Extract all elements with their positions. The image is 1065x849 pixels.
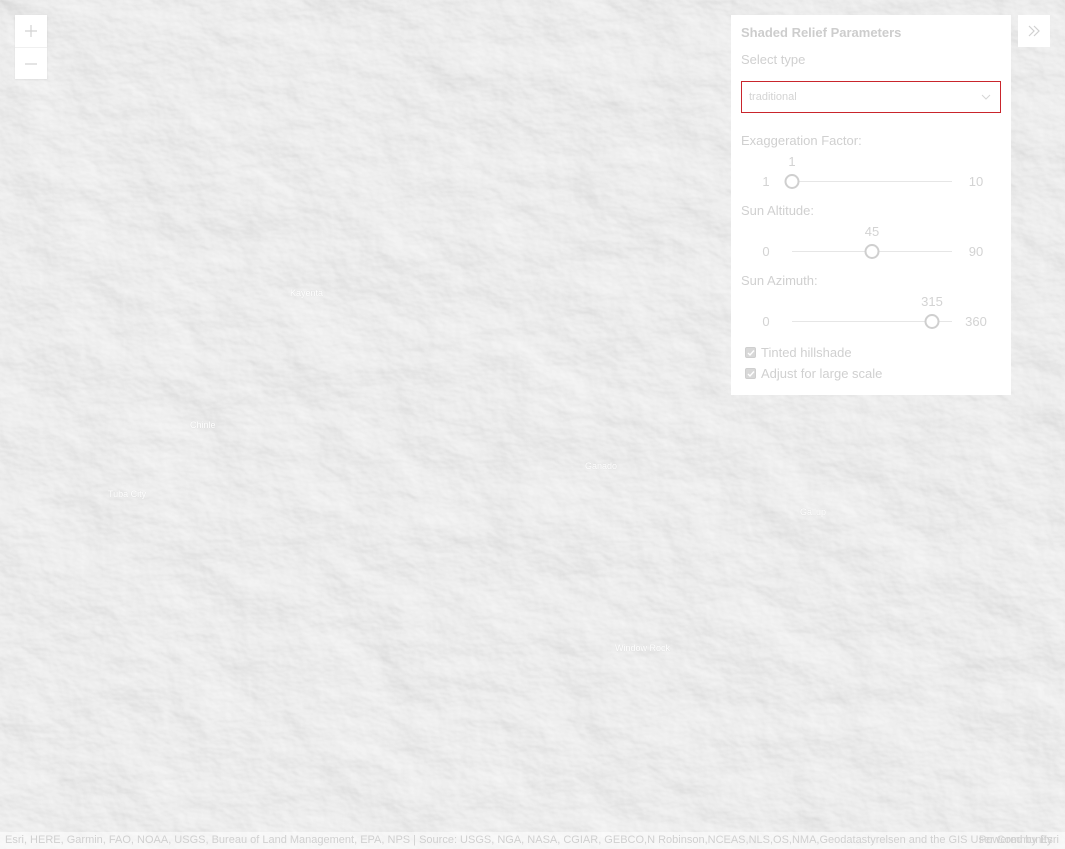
exaggeration-slider: 1 1 10 bbox=[741, 154, 1001, 204]
zoom-control bbox=[15, 15, 47, 79]
slider-value: 45 bbox=[864, 224, 880, 239]
checkbox-box[interactable] bbox=[745, 347, 756, 358]
chevron-down-icon bbox=[981, 94, 991, 100]
sun-altitude-label: Sun Altitude: bbox=[741, 203, 814, 218]
attribution-bar: Esri, HERE, Garmin, FAO, NOAA, USGS, Bur… bbox=[0, 832, 1065, 849]
select-value: traditional bbox=[749, 91, 797, 103]
sun-altitude-slider: 45 0 90 bbox=[741, 224, 1001, 274]
sun-azimuth-label: Sun Azimuth: bbox=[741, 273, 818, 288]
place-label: Chinle bbox=[190, 420, 216, 430]
slider-track[interactable] bbox=[792, 181, 952, 182]
place-label: Tuba City bbox=[108, 489, 147, 499]
minus-icon bbox=[25, 62, 37, 65]
slider-value: 315 bbox=[921, 294, 943, 309]
hillshade-type-select[interactable]: traditional bbox=[741, 81, 1001, 113]
panel-title: Shaded Relief Parameters bbox=[741, 25, 902, 40]
map-view[interactable]: Kayenta Chinle Tuba City Ganado Gallup W… bbox=[0, 0, 1065, 849]
slider-thumb[interactable] bbox=[924, 314, 940, 329]
place-label: Window Rock bbox=[615, 643, 671, 653]
checkbox-label: Tinted hillshade bbox=[761, 345, 852, 360]
slider-max: 10 bbox=[968, 174, 984, 189]
place-label: Kayenta bbox=[290, 288, 324, 298]
slider-thumb[interactable] bbox=[784, 174, 800, 189]
zoom-out-button[interactable] bbox=[15, 47, 47, 79]
adjust-large-scale-checkbox[interactable]: Adjust for large scale bbox=[745, 366, 882, 381]
check-icon bbox=[747, 349, 755, 356]
slider-thumb[interactable] bbox=[864, 244, 880, 259]
slider-max: 90 bbox=[968, 244, 984, 259]
plus-icon bbox=[25, 25, 37, 37]
powered-by-link[interactable]: Powered by Esri bbox=[979, 834, 1059, 846]
double-chevron-right-icon bbox=[1028, 25, 1040, 37]
place-label: Ganado bbox=[585, 461, 618, 471]
attribution-text: Esri, HERE, Garmin, FAO, NOAA, USGS, Bur… bbox=[5, 834, 1053, 846]
checkbox-label: Adjust for large scale bbox=[761, 366, 883, 381]
slider-value: 1 bbox=[788, 154, 796, 169]
place-label: Gallup bbox=[800, 507, 827, 517]
checkbox-box[interactable] bbox=[745, 368, 756, 379]
shaded-relief-panel: Shaded Relief Parameters Select type tra… bbox=[731, 15, 1011, 395]
slider-min: 0 bbox=[762, 314, 770, 329]
exaggeration-label: Exaggeration Factor: bbox=[741, 133, 862, 148]
collapse-panel-button[interactable] bbox=[1018, 15, 1050, 47]
check-icon bbox=[747, 370, 755, 377]
select-type-label: Select type bbox=[741, 52, 806, 67]
slider-min: 1 bbox=[762, 174, 770, 189]
slider-max: 360 bbox=[965, 314, 987, 329]
zoom-in-button[interactable] bbox=[15, 15, 47, 47]
sun-azimuth-slider: 315 0 360 bbox=[741, 294, 1001, 344]
slider-min: 0 bbox=[762, 244, 770, 259]
tinted-hillshade-checkbox[interactable]: Tinted hillshade bbox=[745, 345, 852, 360]
